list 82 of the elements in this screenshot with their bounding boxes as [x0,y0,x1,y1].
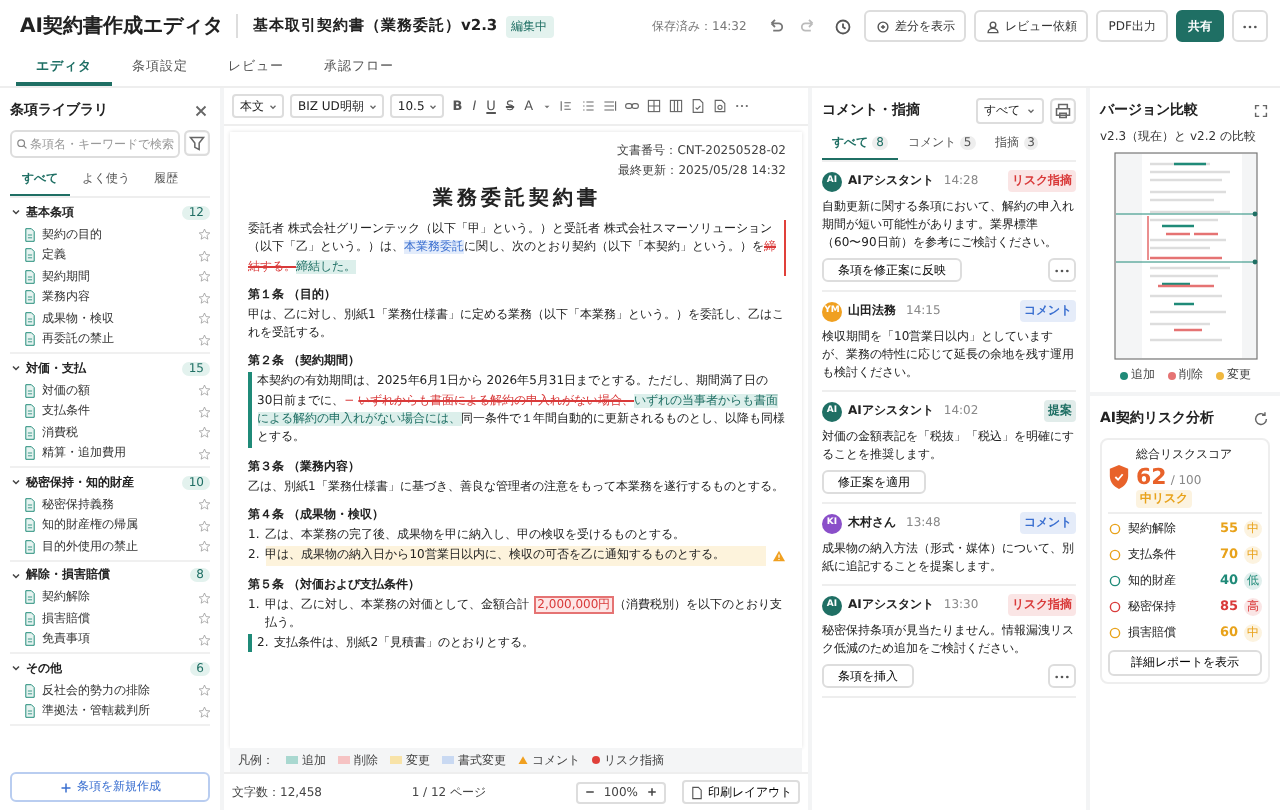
star-icon[interactable] [197,540,210,553]
document-icon [24,227,36,242]
chevron-icon[interactable] [10,662,22,674]
contract-title: 業務委託契約書 [431,184,603,212]
document-icon [24,704,36,719]
more-button[interactable] [1048,258,1076,282]
app-title: AI契約書作成エディタ [20,13,223,40]
star-icon[interactable] [197,270,210,283]
caret-icon [268,101,278,111]
document-icon [24,518,36,533]
zoom-in-icon[interactable] [646,786,659,798]
link-icon[interactable] [623,98,640,114]
align-right-icon[interactable] [601,98,618,114]
more-icon [1054,673,1070,679]
document-icon [24,332,36,347]
document-icon [24,248,36,263]
filter-icon[interactable] [184,130,210,156]
caret-icon[interactable] [541,101,552,111]
chevron-icon[interactable] [10,569,22,581]
star-icon[interactable] [197,705,210,718]
file-check-icon[interactable] [689,98,706,114]
document-icon [24,632,36,647]
chevron-icon[interactable] [10,206,22,218]
star-icon[interactable] [197,312,210,325]
caret-icon [1026,105,1036,115]
document-icon [24,425,36,440]
caret-icon [428,101,439,111]
document-icon [24,539,36,554]
document-icon [24,497,36,512]
file-icon[interactable] [711,98,728,114]
star-icon[interactable] [197,633,210,646]
shield-icon [1108,464,1130,490]
zoom-out-icon[interactable] [583,786,596,798]
star-icon[interactable] [197,612,210,625]
document-icon [24,446,36,461]
close-icon[interactable] [192,101,210,119]
history-icon[interactable] [834,17,853,35]
star-icon[interactable] [197,519,210,532]
document-icon [24,290,36,305]
refresh-icon[interactable] [1252,409,1270,427]
document-icon [24,269,36,284]
chevron-icon[interactable] [10,476,22,488]
document-icon [24,683,36,698]
plus-icon [59,781,71,793]
star-icon[interactable] [197,249,210,262]
table-icon[interactable] [645,98,662,114]
star-icon[interactable] [197,333,210,346]
document-icon [24,404,36,419]
star-icon[interactable] [197,498,210,511]
columns-icon[interactable] [667,98,684,114]
person-icon [986,19,1001,33]
circle-icon [1108,625,1122,639]
page-icon [690,785,705,799]
more-icon [1054,267,1070,273]
document-icon [24,590,36,605]
circle-icon [1108,599,1122,613]
risk-score: 62 [1136,464,1167,490]
document-icon [24,311,36,326]
more-icon [1242,23,1258,29]
print-icon[interactable] [1050,97,1076,123]
search-icon [16,138,28,150]
chevron-icon[interactable] [10,362,22,374]
caret-icon [367,101,378,111]
more-button[interactable] [1048,664,1076,688]
star-icon[interactable] [197,591,210,604]
star-icon[interactable] [197,447,210,460]
undo-icon[interactable] [766,17,785,35]
document-icon [24,383,36,398]
redo-icon[interactable] [800,17,819,35]
star-icon[interactable] [197,228,210,241]
star-icon[interactable] [197,684,210,697]
circle-icon [1108,573,1122,587]
warning-icon [772,550,786,563]
document-icon [24,611,36,626]
star-icon[interactable] [197,426,210,439]
circle-icon [1108,521,1122,535]
align-left-icon[interactable] [557,98,574,114]
expand-icon[interactable] [1252,101,1270,119]
star-icon[interactable] [197,405,210,418]
star-icon[interactable] [197,291,210,304]
circle-icon [1108,547,1122,561]
star-icon[interactable] [197,384,210,397]
